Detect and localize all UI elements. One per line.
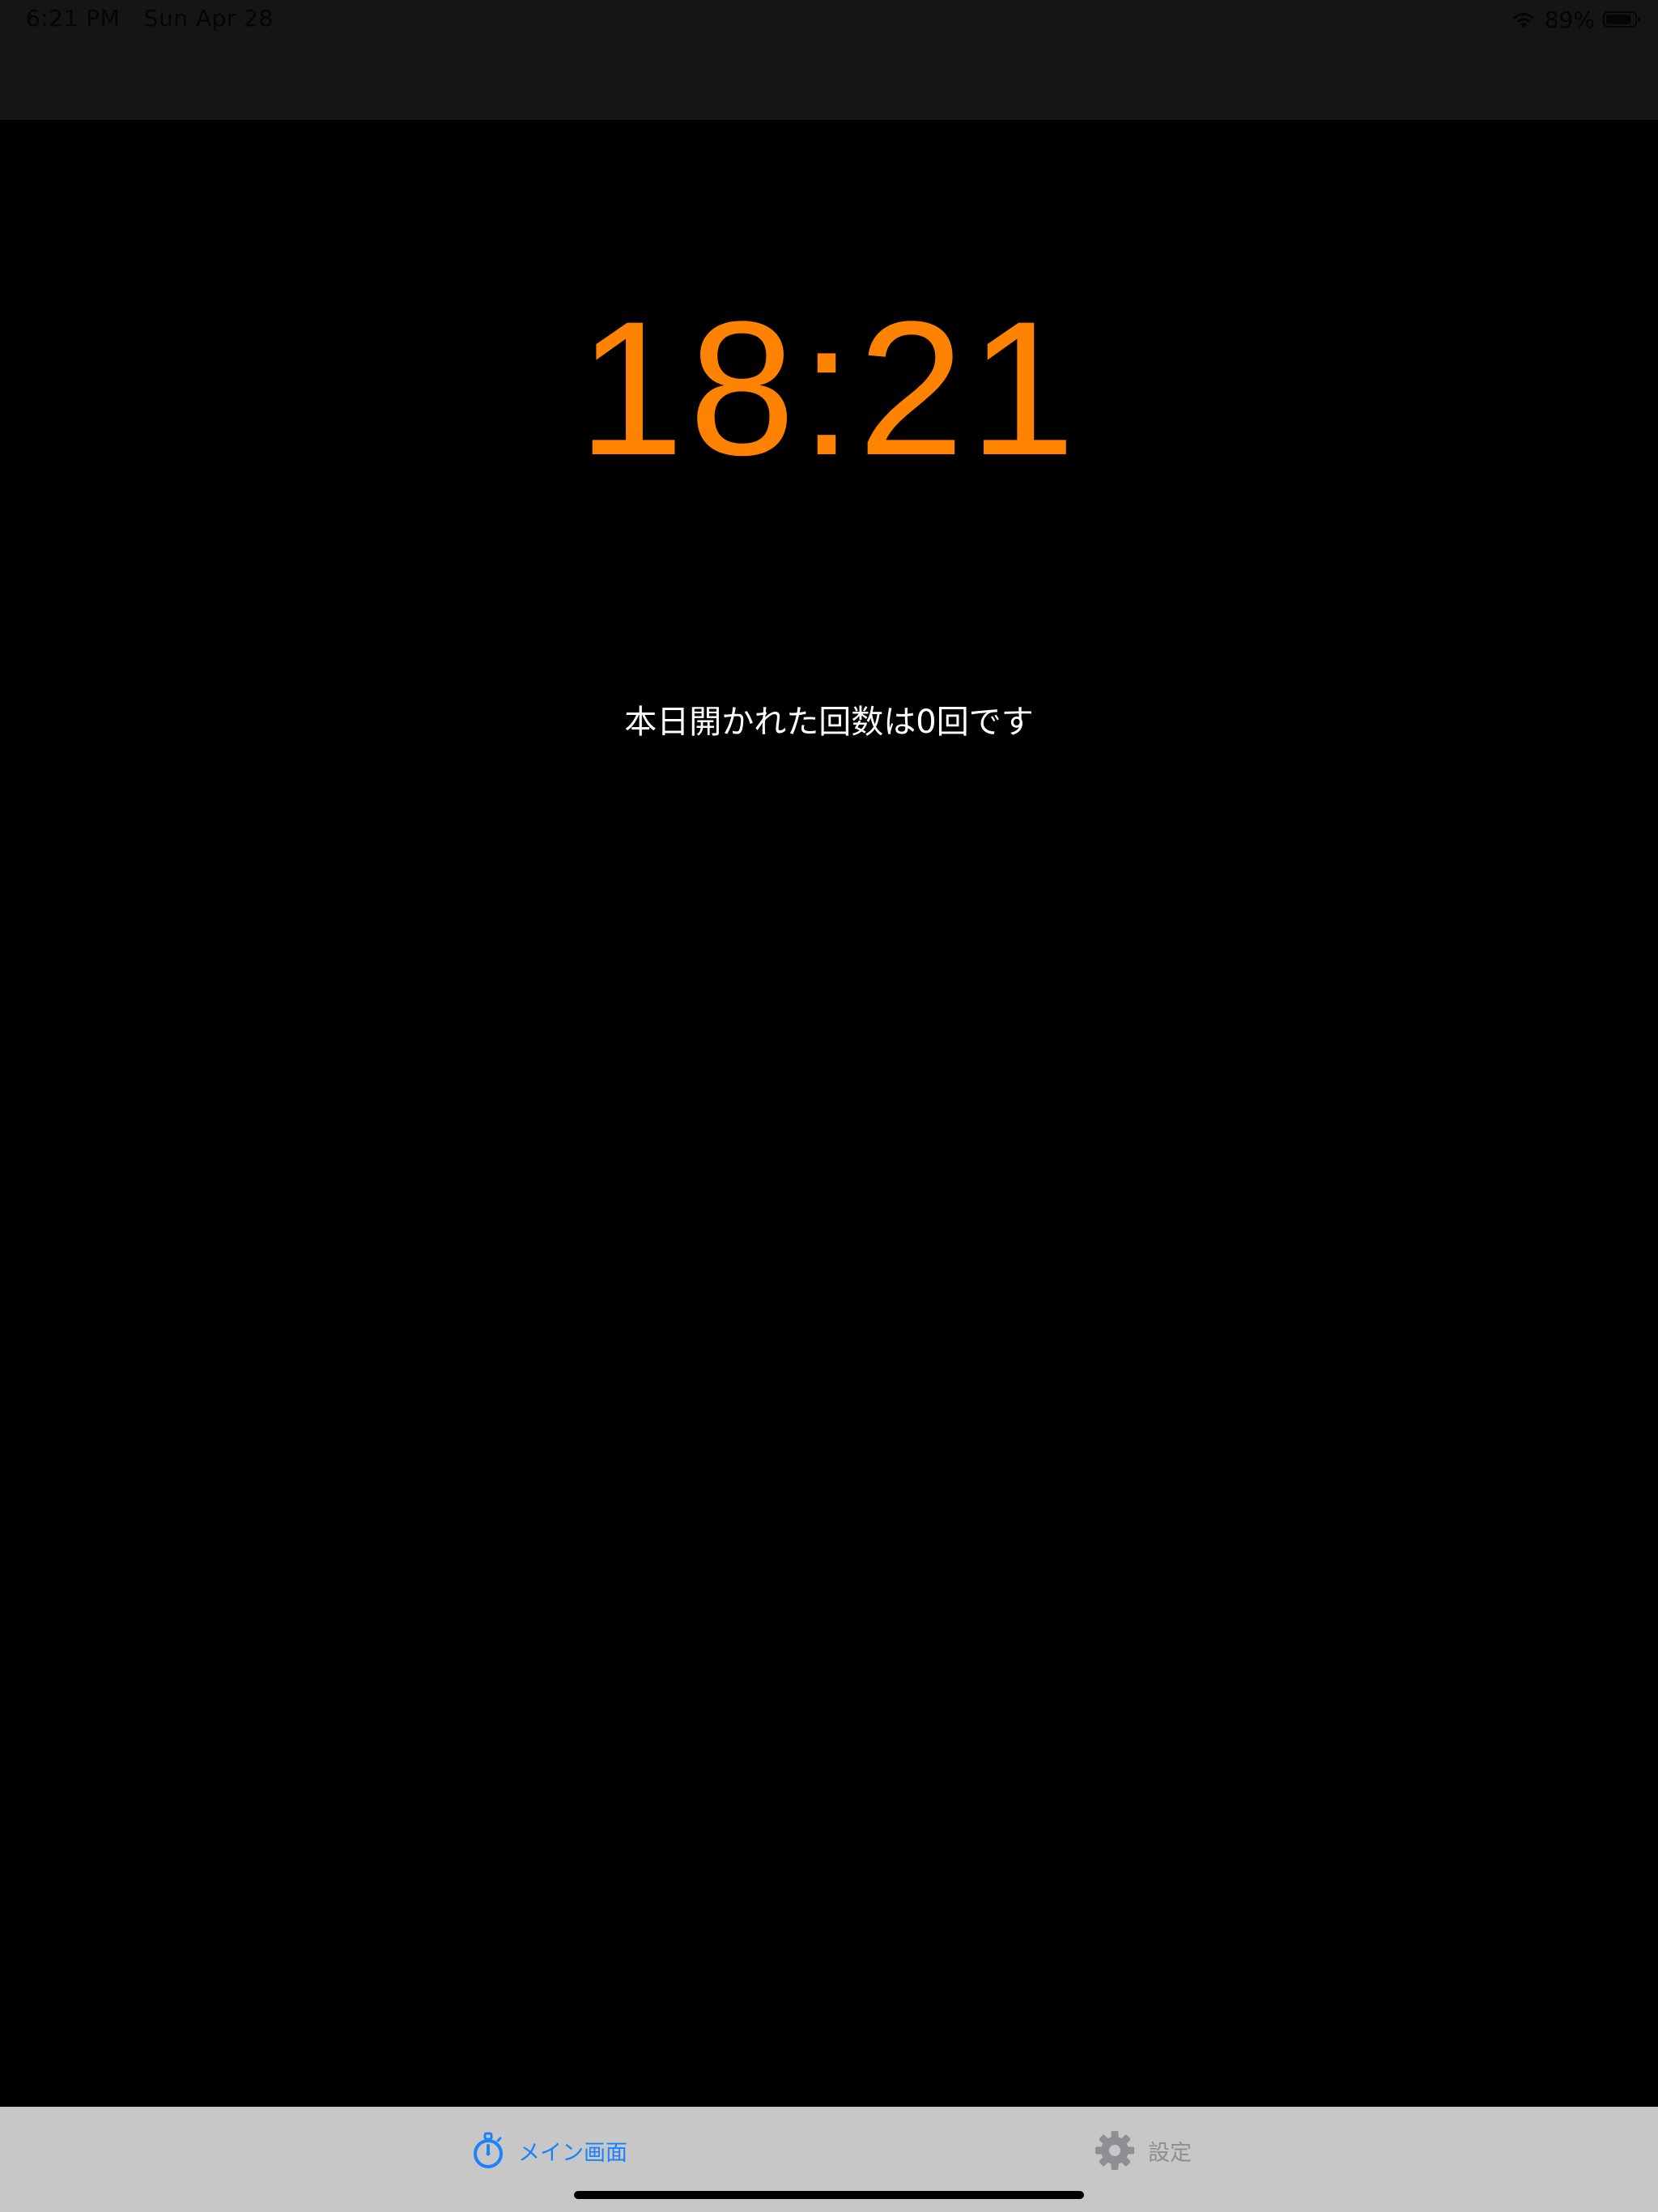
tab-main-screen-label: メイン画面 (518, 2140, 627, 2166)
home-indicator[interactable] (574, 2191, 1084, 2199)
status-bar-right: 89% (1511, 5, 1642, 34)
clock-display: 18:21 (577, 282, 1081, 496)
top-bar: 6:21 PM Sun Apr 28 89% (0, 0, 1658, 120)
open-count-text: 本日開かれた回数は0回です (624, 704, 1034, 741)
screen: 6:21 PM Sun Apr 28 89% 18:21 本日開かれた回数は0回… (0, 0, 1658, 2212)
tab-main-screen[interactable]: メイン画面 (471, 2128, 627, 2173)
status-bar-left: 6:21 PM Sun Apr 28 (26, 5, 274, 32)
gear-icon (1095, 2130, 1135, 2171)
tab-settings[interactable]: 設定 (1095, 2128, 1192, 2173)
battery-icon (1603, 11, 1642, 28)
battery-percent: 89% (1544, 6, 1595, 33)
status-date: Sun Apr 28 (143, 5, 274, 32)
wifi-icon (1511, 10, 1537, 29)
stopwatch-icon (471, 2131, 505, 2170)
status-time: 6:21 PM (26, 5, 121, 32)
tab-settings-label: 設定 (1148, 2140, 1192, 2166)
